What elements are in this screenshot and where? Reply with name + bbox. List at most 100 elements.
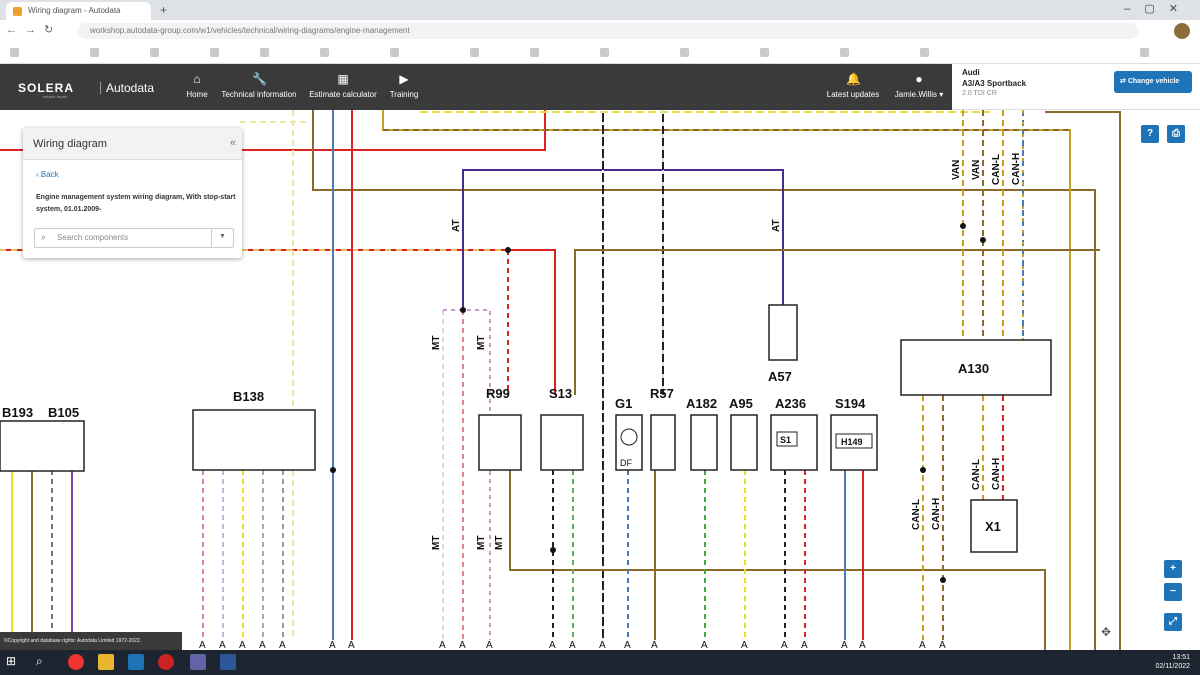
component-label: X1 (985, 519, 1001, 534)
brand-name: SOLERA (18, 81, 75, 95)
can-l-label: CAN-L (911, 499, 922, 530)
pan-icon[interactable]: ✥ (1101, 625, 1111, 639)
wrench-icon: 🔧 (252, 72, 267, 86)
mt-label: MT (476, 536, 487, 550)
panel-header: Wiring diagram « (23, 128, 242, 160)
bookmark-item[interactable] (680, 47, 692, 59)
connector-marker: A (781, 640, 788, 650)
junction-dot (330, 467, 336, 473)
component-box[interactable] (192, 409, 316, 471)
component-label: A130 (958, 361, 989, 376)
component-label: A95 (729, 396, 753, 411)
component-box[interactable] (768, 304, 798, 361)
connector-marker: A (801, 640, 808, 650)
nav-estimate-label: Estimate calculator (309, 90, 377, 99)
browser-chrome: Wiring diagram - Autodata + –▢✕ ←→↻ work… (0, 0, 1200, 64)
outlook-icon[interactable] (128, 654, 144, 670)
component-label: A182 (686, 396, 717, 411)
bookmark-item[interactable] (920, 47, 932, 59)
nav-training-label: Training (389, 90, 419, 99)
app-icon[interactable] (158, 654, 174, 670)
panel-title: Wiring diagram (33, 138, 107, 150)
word-icon[interactable] (220, 654, 236, 670)
swap-icon: ⇄ (1120, 78, 1126, 85)
bookmark-item[interactable] (840, 47, 852, 59)
collapse-icon[interactable]: « (230, 137, 236, 149)
bookmark-item[interactable] (10, 47, 22, 59)
print-button[interactable]: ⎙ (1167, 125, 1185, 143)
bookmark-item[interactable] (90, 47, 102, 59)
bookmark-item[interactable] (760, 47, 772, 59)
product-name: Autodata (106, 81, 155, 95)
component-box[interactable] (690, 414, 718, 471)
latest-updates[interactable]: 🔔 Latest updates (826, 72, 880, 99)
windows-start-icon[interactable]: ⊞ (6, 654, 22, 670)
browser-tab[interactable]: Wiring diagram - Autodata (6, 2, 151, 20)
connector-marker: A (219, 640, 226, 650)
connector-marker: A (741, 640, 748, 650)
nav-technical-label: Technical information (221, 90, 297, 99)
nav-training[interactable]: ▶ Training (389, 72, 419, 99)
nav-estimate-calculator[interactable]: ▦ Estimate calculator (309, 72, 377, 99)
file-explorer-icon[interactable] (98, 654, 114, 670)
user-menu[interactable]: ● Jamie.Willis ▾ (890, 72, 948, 99)
connector-marker: A (329, 640, 336, 650)
component-label: A236 (775, 396, 806, 411)
zoom-out-button[interactable]: − (1164, 583, 1182, 601)
back-forward-reload-icons[interactable]: ←→↻ (6, 23, 61, 36)
junction-dot (505, 247, 511, 253)
calculator-icon: ▦ (337, 72, 349, 86)
solera-logo[interactable]: SOLERA vehicle repair (18, 81, 75, 99)
nav-technical-information[interactable]: 🔧 Technical information (220, 72, 298, 99)
wire (509, 470, 1046, 650)
change-vehicle-button[interactable]: ⇄ Change vehicle (1114, 71, 1192, 93)
back-link[interactable]: ‹ Back (36, 170, 59, 179)
component-label: S13 (549, 386, 572, 401)
bookmark-item[interactable] (1140, 47, 1152, 59)
tab-strip: Wiring diagram - Autodata + –▢✕ (0, 0, 1200, 20)
system-clock[interactable]: 13:51 02/11/2022 (1155, 653, 1190, 671)
component-box[interactable] (0, 420, 85, 472)
fit-screen-button[interactable]: ⤢ (1164, 613, 1182, 631)
nav-home[interactable]: ⌂ Home (185, 72, 209, 99)
window-controls[interactable]: –▢✕ (1124, 2, 1192, 15)
component-box[interactable] (478, 414, 522, 471)
component-box[interactable] (730, 414, 758, 471)
connector-marker: A (919, 640, 926, 650)
bookmark-item[interactable] (390, 47, 402, 59)
bookmark-item[interactable] (150, 47, 162, 59)
os-taskbar: ⊞ ⌕ 13:51 02/11/2022 (0, 650, 1200, 675)
connector-marker: A (486, 640, 493, 650)
can-h-label: CAN-H (991, 458, 1002, 490)
new-tab-button[interactable]: + (160, 3, 167, 17)
bookmark-item[interactable] (530, 47, 542, 59)
bookmark-item[interactable] (210, 47, 222, 59)
component-label: S194 (835, 396, 866, 411)
zoom-in-button[interactable]: + (1164, 560, 1182, 578)
component-box[interactable] (540, 414, 584, 471)
help-button[interactable]: ? (1141, 125, 1159, 143)
connector-marker: A (859, 640, 866, 650)
search-components-input[interactable]: ⌕ Search components ▼ (34, 228, 234, 248)
bookmark-item[interactable] (470, 47, 482, 59)
profile-avatar[interactable] (1174, 23, 1190, 39)
user-name: Jamie.Willis (894, 90, 937, 99)
search-icon[interactable]: ⌕ (36, 654, 52, 670)
dropdown-icon[interactable]: ▼ (211, 229, 233, 247)
component-label: B138 (233, 389, 264, 404)
search-icon: ⌕ (41, 232, 47, 242)
address-bar[interactable]: workshop.autodata-group.com/w1/vehicles/… (78, 23, 1138, 39)
bookmark-item[interactable] (260, 47, 272, 59)
can-l-label: CAN-L (991, 154, 1002, 185)
junction-dot (980, 237, 986, 243)
bookmark-item[interactable] (320, 47, 332, 59)
teams-icon[interactable] (190, 654, 206, 670)
van-label: VAN (951, 160, 962, 180)
favicon-icon (13, 7, 22, 16)
chrome-icon[interactable] (68, 654, 84, 670)
mt-label: MT (431, 336, 442, 350)
h149-label: H149 (841, 437, 863, 447)
bookmark-item[interactable] (600, 47, 612, 59)
component-box[interactable] (650, 414, 676, 471)
junction-dot (460, 307, 466, 313)
